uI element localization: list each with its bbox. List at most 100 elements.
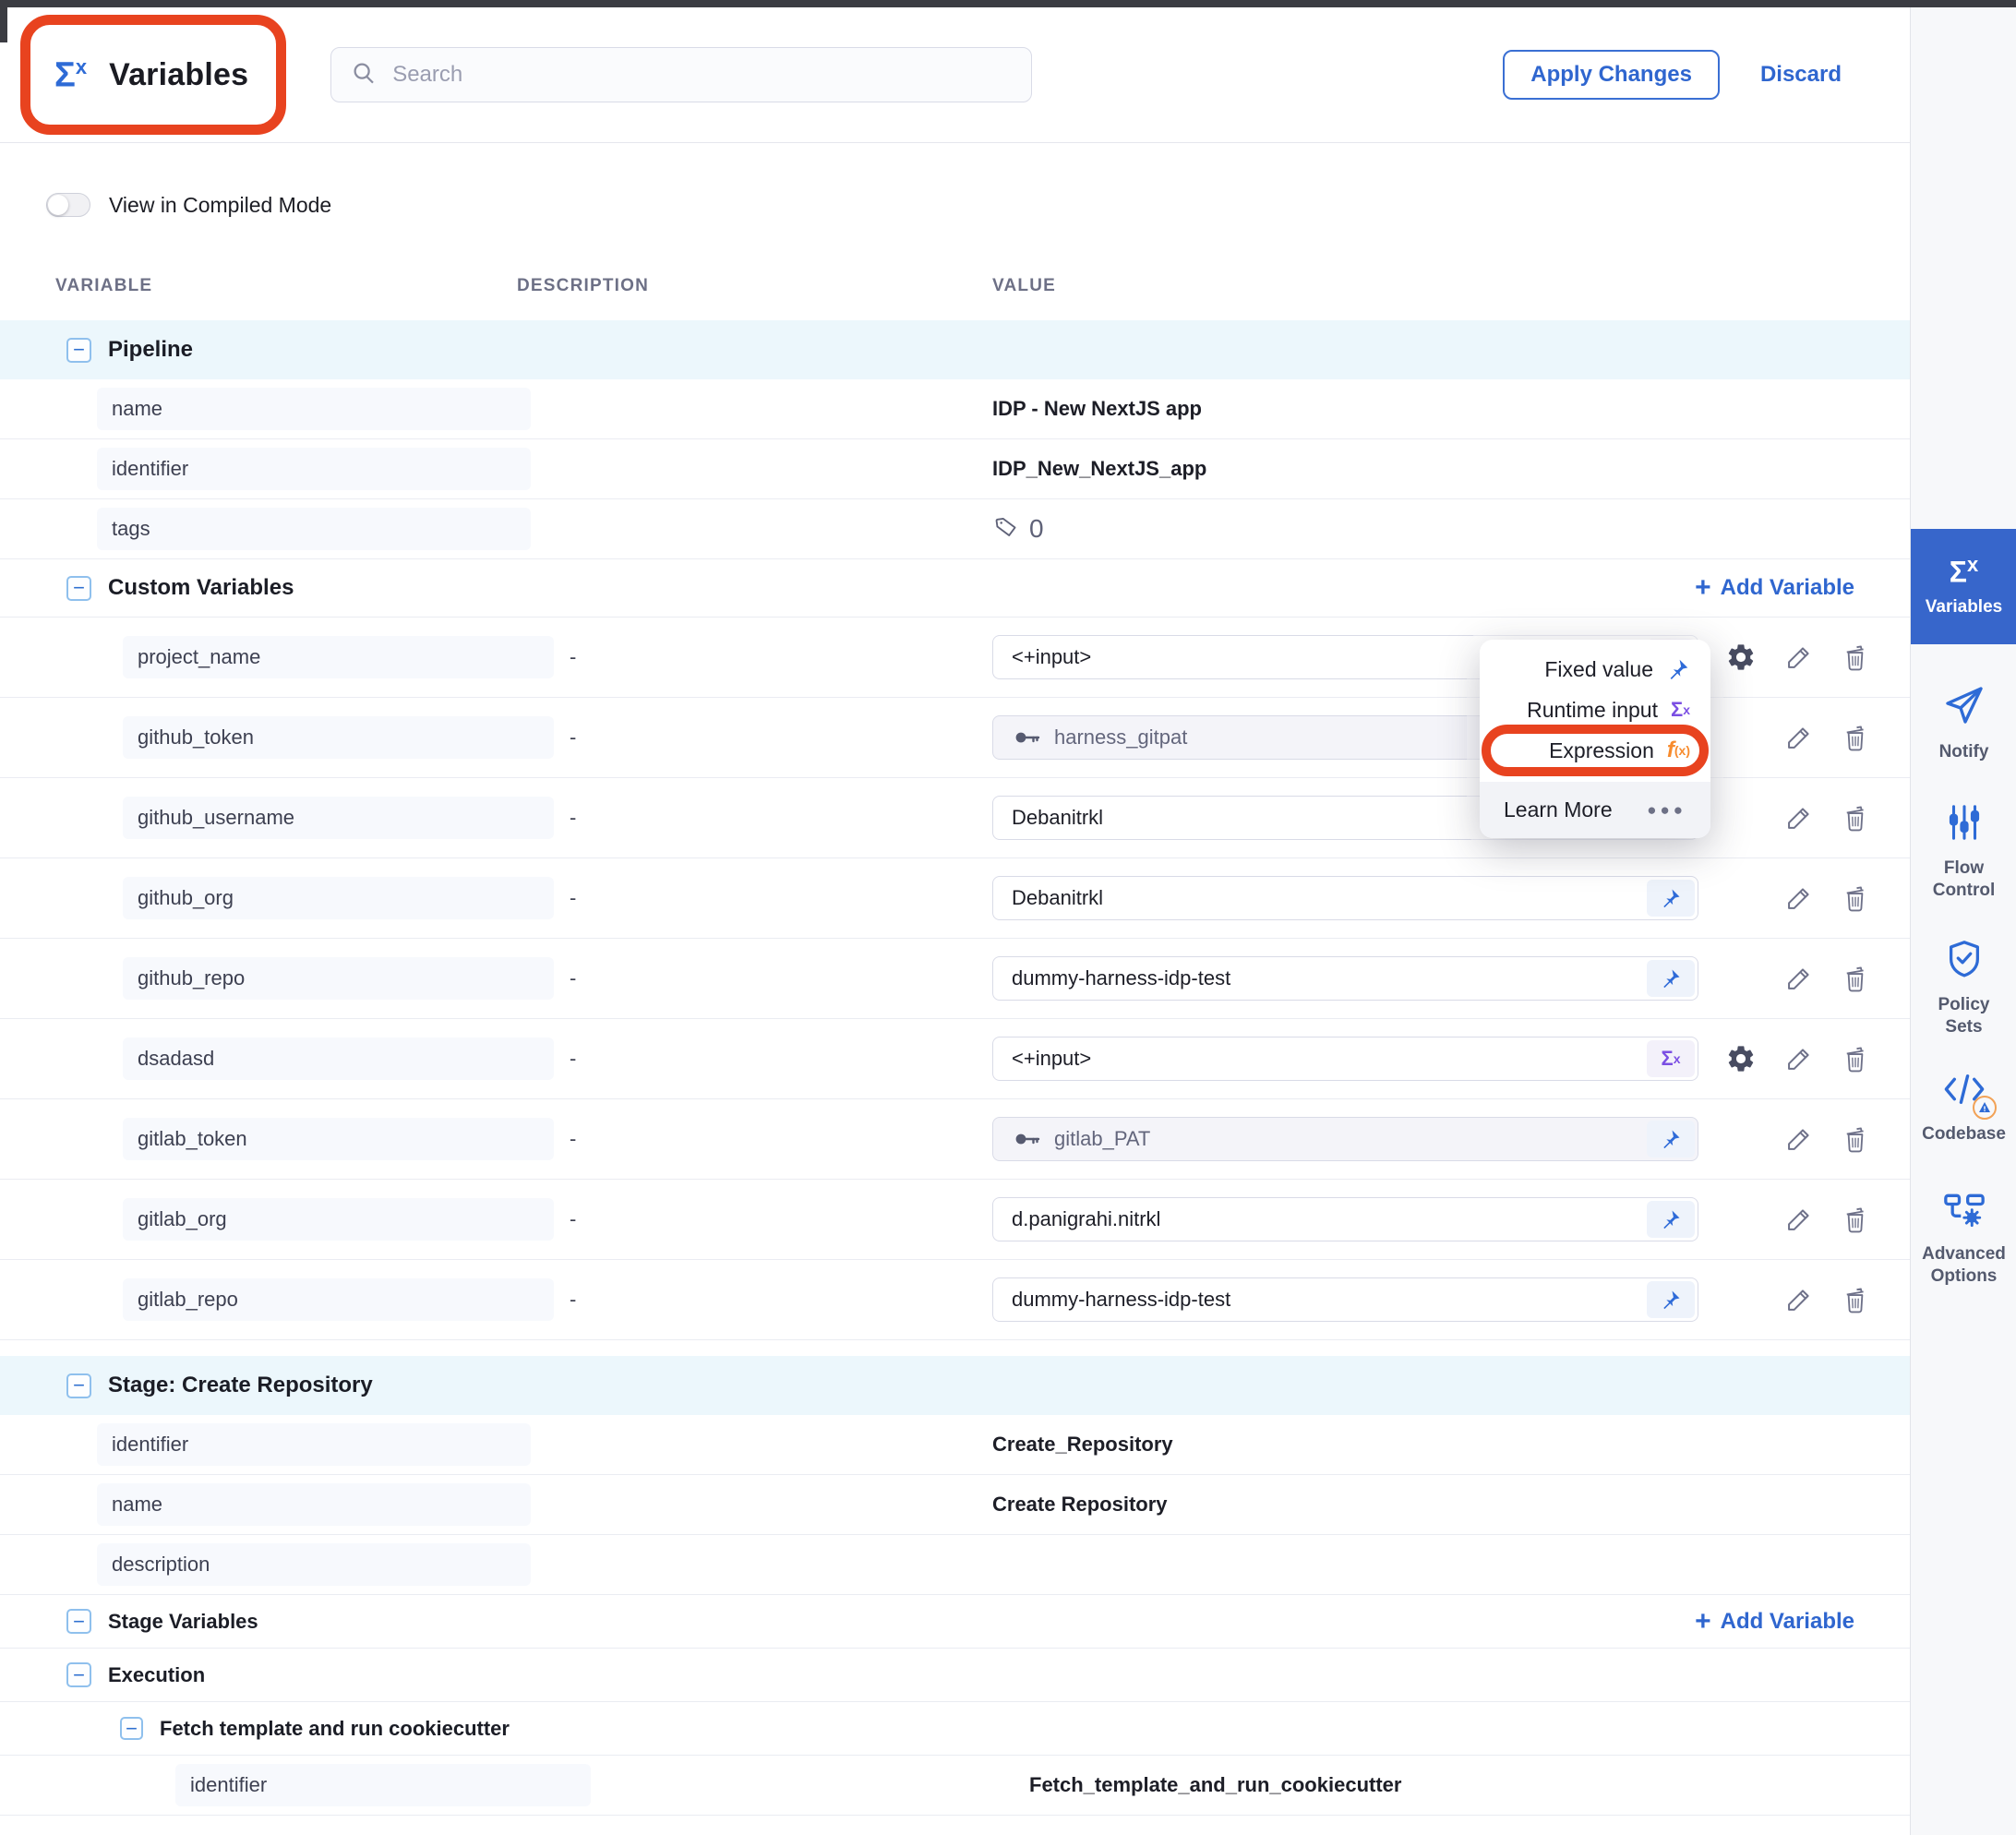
section-row: −Stage: Create Repository — [0, 1356, 1910, 1415]
pin-badge[interactable] — [1647, 1121, 1695, 1157]
gear-icon[interactable] — [1725, 1043, 1757, 1074]
variable-cell: github_username — [0, 797, 517, 839]
collapse-icon[interactable]: − — [66, 576, 91, 601]
collapse-icon[interactable]: − — [66, 1609, 91, 1634]
sidebar-item-policy-sets[interactable]: Policy Sets — [1911, 938, 2016, 1038]
pencil-icon[interactable] — [1784, 964, 1814, 993]
value-input[interactable]: Debanitrkl — [992, 876, 1698, 920]
compiled-mode-toggle[interactable] — [46, 193, 90, 217]
trash-icon[interactable] — [1842, 883, 1869, 913]
value-input[interactable]: dummy-harness-idp-test — [992, 1277, 1698, 1322]
variables-table: VARIABLE DESCRIPTION VALUE −Pipelinename… — [0, 268, 1910, 1835]
value-cell: harness_gitpat — [992, 715, 1910, 760]
variable-value: Fetch_template_and_run_cookiecutter — [992, 1773, 1401, 1797]
pin-badge[interactable] — [1647, 880, 1695, 917]
menu-item-runtime-input[interactable]: Runtime input Σx — [1480, 690, 1710, 730]
runtime-input-badge[interactable]: Σx — [1647, 1040, 1695, 1077]
learn-more-button[interactable]: Learn More ●●● — [1480, 782, 1710, 838]
sigma-x-icon: Σx — [1950, 555, 1978, 587]
value-input[interactable]: gitlab_PAT — [992, 1117, 1698, 1161]
variable-row: identifierIDP_New_NextJS_app — [0, 439, 1910, 499]
variable-cell: name — [0, 388, 517, 430]
add-variable-label: Add Variable — [1721, 575, 1854, 601]
sidebar-item-notify[interactable]: Notify — [1911, 683, 2016, 763]
pin-badge[interactable] — [1647, 1201, 1695, 1238]
sidebar-item-advanced-options[interactable]: Advanced Options — [1911, 1189, 2016, 1288]
value-cell: Debanitrkl — [992, 876, 1910, 920]
value-input-text: harness_gitpat — [1041, 726, 1187, 750]
collapse-icon[interactable]: − — [66, 1662, 91, 1687]
toggle-knob — [48, 195, 68, 215]
sidebar-item-variables[interactable]: Σx Variables — [1911, 529, 2016, 644]
sigma-x-icon: Σx — [1671, 698, 1690, 722]
variable-row: nameIDP - New NextJS app — [0, 379, 1910, 439]
key-icon — [1014, 1128, 1041, 1150]
variable-cell: github_token — [0, 716, 517, 759]
column-header-variable: VARIABLE — [0, 276, 517, 296]
row-actions — [1784, 883, 1869, 913]
pencil-icon[interactable] — [1784, 1044, 1814, 1073]
panel-header: Σx Variables Apply Changes Discard — [0, 7, 1910, 143]
pin-badge[interactable] — [1647, 1281, 1695, 1318]
add-variable-button[interactable]: +Add Variable — [1695, 574, 1854, 602]
pencil-icon[interactable] — [1784, 803, 1814, 833]
variable-name-chip: description — [97, 1543, 531, 1586]
trash-icon[interactable] — [1842, 1285, 1869, 1314]
pencil-icon[interactable] — [1784, 883, 1814, 913]
value-cell: gitlab_PAT — [992, 1117, 1910, 1161]
menu-item-expression[interactable]: Expression f(x) — [1480, 730, 1710, 771]
value-input-text: <+input> — [993, 1047, 1091, 1071]
pencil-icon[interactable] — [1784, 642, 1814, 672]
sidebar-item-flow-control[interactable]: Flow Control — [1911, 801, 2016, 902]
variable-row: description — [0, 1535, 1910, 1595]
pencil-icon[interactable] — [1784, 1124, 1814, 1154]
menu-label: Runtime input — [1527, 698, 1658, 723]
collapse-icon[interactable]: − — [120, 1717, 143, 1740]
section-row: −Fetch template and run cookiecutter — [0, 1702, 1910, 1756]
collapse-icon[interactable]: − — [66, 1373, 91, 1398]
description-cell: - — [517, 645, 992, 669]
sliders-icon — [1943, 801, 1986, 848]
variable-cell: identifier — [0, 1764, 517, 1806]
trash-icon[interactable] — [1842, 642, 1869, 672]
value-input-text: Debanitrkl — [993, 806, 1103, 830]
collapse-icon[interactable]: − — [66, 338, 91, 363]
variable-name-chip: github_token — [123, 716, 554, 759]
trash-icon[interactable] — [1842, 1124, 1869, 1154]
window-top-edge — [0, 0, 2016, 7]
value-cell: Create_Repository — [992, 1433, 1910, 1457]
menu-label: Fixed value — [1544, 657, 1653, 682]
variable-cell: dsadasd — [0, 1037, 517, 1080]
value-cell: 0 — [992, 513, 1910, 546]
variable-name-chip: gitlab_token — [123, 1118, 554, 1160]
variable-row: gitlab_repo-dummy-harness-idp-test — [0, 1260, 1910, 1340]
value-input[interactable]: d.panigrahi.nitrkl — [992, 1197, 1698, 1241]
value-input[interactable]: <+input> Σx — [992, 1037, 1698, 1081]
trash-icon[interactable] — [1842, 1205, 1869, 1234]
variable-name-chip: tags — [97, 508, 531, 550]
gear-icon[interactable] — [1725, 642, 1757, 673]
sidebar-item-codebase[interactable]: Codebase — [1911, 1069, 2016, 1145]
search-input[interactable] — [392, 62, 1013, 88]
pencil-icon[interactable] — [1784, 1205, 1814, 1234]
value-input[interactable]: dummy-harness-idp-test — [992, 956, 1698, 1001]
trash-icon[interactable] — [1842, 964, 1869, 993]
trash-icon[interactable] — [1842, 723, 1869, 752]
variable-cell: project_name — [0, 636, 517, 678]
value-cell: Create Repository — [992, 1493, 1910, 1517]
section-label: Execution — [108, 1663, 205, 1687]
pencil-icon[interactable] — [1784, 1285, 1814, 1314]
trash-icon[interactable] — [1842, 803, 1869, 833]
search-box[interactable] — [330, 47, 1032, 102]
value-cell: dummy-harness-idp-test — [992, 1277, 1910, 1322]
apply-changes-button[interactable]: Apply Changes — [1503, 50, 1720, 100]
shield-check-icon — [1943, 938, 1986, 985]
pencil-icon[interactable] — [1784, 723, 1814, 752]
value-cell: Debanitrkl — [992, 796, 1910, 840]
pin-badge[interactable] — [1647, 960, 1695, 997]
row-actions — [1784, 964, 1869, 993]
add-variable-button[interactable]: +Add Variable — [1695, 1608, 1854, 1636]
discard-button[interactable]: Discard — [1760, 62, 1842, 88]
trash-icon[interactable] — [1842, 1044, 1869, 1073]
menu-item-fixed-value[interactable]: Fixed value — [1480, 649, 1710, 690]
